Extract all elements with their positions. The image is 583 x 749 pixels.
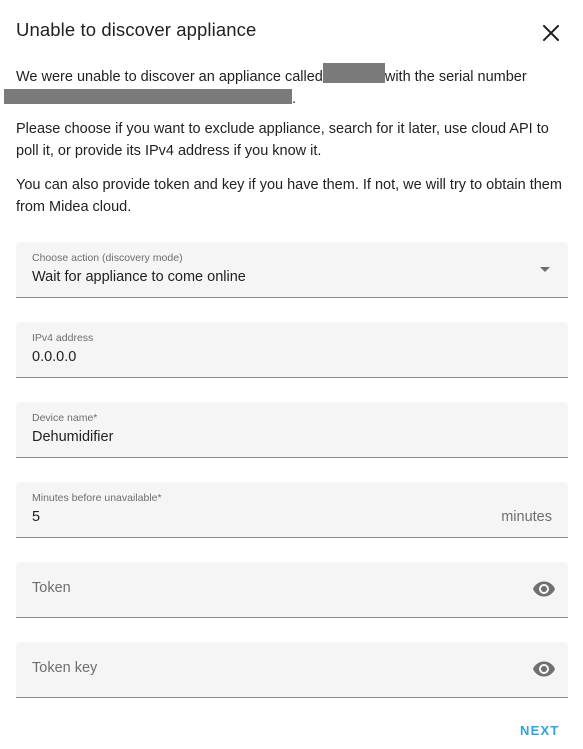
- minutes-label: Minutes before unavailable*: [32, 492, 162, 504]
- ipv4-address-value: 0.0.0.0: [32, 349, 77, 365]
- eye-icon[interactable]: [532, 577, 556, 601]
- dialog-title: Unable to discover appliance: [16, 19, 257, 40]
- redacted-serial-number: [4, 88, 292, 104]
- token-field[interactable]: Token: [16, 562, 568, 618]
- eye-icon[interactable]: [532, 657, 556, 681]
- close-button[interactable]: [538, 20, 564, 46]
- ipv4-address-label: IPv4 address: [32, 332, 94, 344]
- minutes-before-unavailable-field[interactable]: Minutes before unavailable* 5 minutes: [16, 482, 568, 538]
- redacted-appliance-name: [322, 63, 385, 83]
- action-select-value: Wait for appliance to come online: [32, 269, 246, 285]
- intro-text-before: We were unable to discover an appliance …: [16, 69, 323, 85]
- intro-text-after: .: [292, 90, 297, 107]
- action-select-label: Choose action (discovery mode): [32, 252, 183, 264]
- device-name-label: Device name*: [32, 412, 98, 424]
- token-info-paragraph: You can also provide token and key if yo…: [16, 177, 562, 215]
- close-icon[interactable]: [543, 25, 559, 41]
- token-key-field[interactable]: Token key: [16, 642, 568, 698]
- intro-paragraph: We were unable to discover an appliance …: [4, 63, 571, 110]
- action-select[interactable]: Choose action (discovery mode) Wait for …: [16, 242, 568, 298]
- token-placeholder: Token: [32, 580, 71, 596]
- minutes-suffix: minutes: [501, 509, 552, 525]
- token-key-placeholder: Token key: [32, 660, 98, 676]
- discovery-dialog: Unable to discover appliance We were una…: [0, 0, 583, 749]
- device-name-value: Dehumidifier: [32, 429, 114, 445]
- intro-text-middle: with the serial number: [384, 69, 527, 85]
- next-button[interactable]: NEXT: [520, 723, 559, 738]
- minutes-value: 5: [32, 509, 41, 525]
- instructions-paragraph: Please choose if you want to exclude app…: [16, 121, 549, 159]
- chevron-down-icon[interactable]: [540, 267, 550, 272]
- ipv4-address-field[interactable]: IPv4 address 0.0.0.0: [16, 322, 568, 378]
- device-name-field[interactable]: Device name* Dehumidifier: [16, 402, 568, 458]
